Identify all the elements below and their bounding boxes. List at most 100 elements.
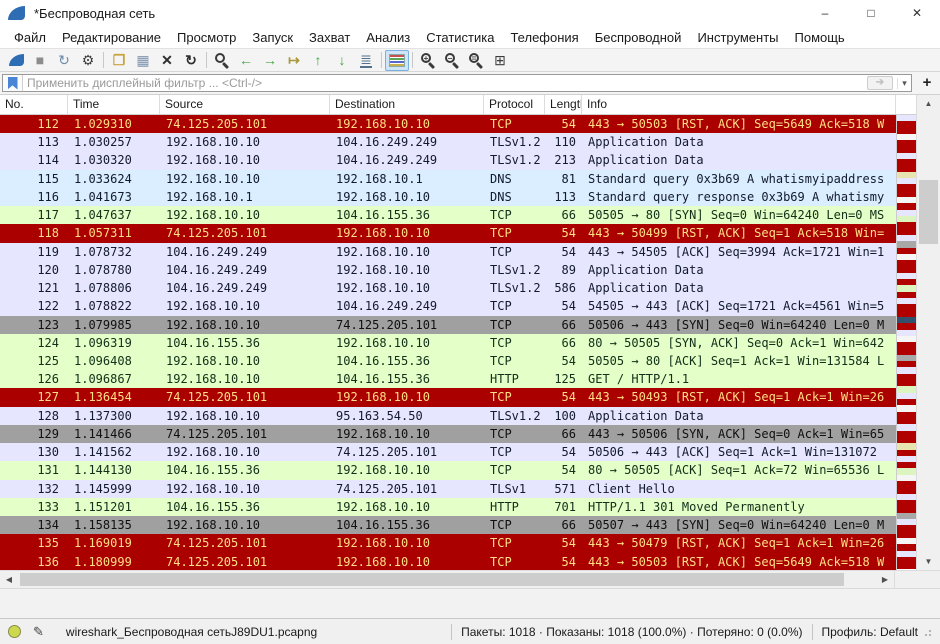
menu-item-view[interactable]: Просмотр	[169, 28, 244, 47]
minimap-spacer	[896, 95, 916, 115]
zoom-out-button[interactable]: −	[440, 50, 464, 71]
menu-item-help[interactable]: Помощь	[787, 28, 853, 47]
packet-row[interactable]: 1191.078732104.16.249.249192.168.10.10TC…	[0, 243, 896, 261]
column-header-protocol[interactable]: Protocol	[484, 95, 545, 114]
colorize-packets-button[interactable]	[385, 50, 409, 71]
packet-row[interactable]: 1121.02931074.125.205.101192.168.10.10TC…	[0, 115, 896, 133]
close-file-button[interactable]: ✕	[155, 50, 179, 71]
packet-row[interactable]: 1321.145999192.168.10.1074.125.205.101TL…	[0, 480, 896, 498]
menu-item-tools[interactable]: Инструменты	[689, 28, 786, 47]
packet-row[interactable]: 1201.078780104.16.249.249192.168.10.10TL…	[0, 261, 896, 279]
menu-item-statistics[interactable]: Статистика	[418, 28, 502, 47]
packet-row[interactable]: 1171.047637192.168.10.10104.16.155.36TCP…	[0, 206, 896, 224]
vertical-scrollbar[interactable]: ▲ ▼	[916, 95, 940, 570]
packet-list: 1121.02931074.125.205.101192.168.10.10TC…	[0, 115, 896, 570]
close-button[interactable]: ✕	[894, 0, 940, 26]
cell-no: 125	[0, 352, 68, 370]
packet-row[interactable]: 1241.096319104.16.155.36192.168.10.10TCP…	[0, 334, 896, 352]
scroll-right-button[interactable]: ▶	[876, 571, 894, 588]
capture-comment-icon[interactable]: ✎	[33, 624, 44, 640]
packet-row[interactable]: 1221.078822192.168.10.10104.16.249.249TC…	[0, 297, 896, 315]
packet-row[interactable]: 1351.16901974.125.205.101192.168.10.10TC…	[0, 534, 896, 552]
cell-dst: 104.16.249.249	[330, 151, 484, 169]
column-header-destination[interactable]: Destination	[330, 95, 484, 114]
packet-row[interactable]: 1291.14146674.125.205.101192.168.10.10TC…	[0, 425, 896, 443]
packet-row[interactable]: 1181.05731174.125.205.101192.168.10.10TC…	[0, 224, 896, 242]
expert-info-icon[interactable]	[8, 625, 21, 638]
column-header-no[interactable]: No.	[0, 95, 68, 114]
capture-options-button[interactable]: ⚙	[76, 50, 100, 71]
menu-item-go[interactable]: Запуск	[244, 28, 301, 47]
menu-item-analyze[interactable]: Анализ	[358, 28, 418, 47]
packet-row[interactable]: 1261.096867192.168.10.10104.16.155.36HTT…	[0, 370, 896, 388]
cell-src: 192.168.10.10	[160, 297, 330, 315]
cell-len: 701	[545, 498, 582, 516]
packet-row[interactable]: 1161.041673192.168.10.1192.168.10.10DNS1…	[0, 188, 896, 206]
go-forward-button[interactable]: →	[258, 50, 282, 71]
cell-dst: 104.16.249.249	[330, 297, 484, 315]
filter-dropdown-button[interactable]: ▾	[897, 78, 911, 89]
packet-row[interactable]: 1301.141562192.168.10.1074.125.205.101TC…	[0, 443, 896, 461]
packet-row[interactable]: 1151.033624192.168.10.10192.168.10.1DNS8…	[0, 170, 896, 188]
profile-label[interactable]: Профиль: Default	[822, 625, 919, 639]
start-capture-button[interactable]	[4, 50, 28, 71]
resize-columns-button[interactable]: ⊞	[488, 50, 512, 71]
packet-row[interactable]: 1141.030320192.168.10.10104.16.249.249TL…	[0, 151, 896, 169]
scroll-left-button[interactable]: ◀	[0, 571, 18, 588]
cell-src: 192.168.10.10	[160, 370, 330, 388]
menu-item-telephony[interactable]: Телефония	[502, 28, 586, 47]
packet-row[interactable]: 1311.144130104.16.155.36192.168.10.10TCP…	[0, 461, 896, 479]
cell-proto: TLSv1	[484, 480, 545, 498]
resize-columns-icon: ⊞	[494, 53, 506, 67]
menu-item-wireless[interactable]: Беспроводной	[587, 28, 690, 47]
save-file-button[interactable]: ▦	[131, 50, 155, 71]
packet-row[interactable]: 1281.137300192.168.10.1095.163.54.50TLSv…	[0, 407, 896, 425]
add-filter-button[interactable]: +	[917, 74, 937, 92]
scroll-down-button[interactable]: ▼	[917, 553, 940, 570]
cell-no: 133	[0, 498, 68, 516]
display-filter-input[interactable]	[23, 76, 867, 90]
vertical-scroll-thumb[interactable]	[919, 180, 938, 244]
cell-time: 1.145999	[68, 480, 160, 498]
menu-item-edit[interactable]: Редактирование	[54, 28, 169, 47]
horizontal-scrollbar[interactable]: ◀ ▶	[0, 570, 940, 588]
packet-row[interactable]: 1361.18099974.125.205.101192.168.10.10TC…	[0, 553, 896, 570]
menu-item-capture[interactable]: Захват	[301, 28, 358, 47]
packet-row[interactable]: 1131.030257192.168.10.10104.16.249.249TL…	[0, 133, 896, 151]
packet-row[interactable]: 1231.079985192.168.10.1074.125.205.101TC…	[0, 316, 896, 334]
column-header-length[interactable]: Length	[545, 95, 582, 114]
resize-grip[interactable]	[924, 627, 934, 637]
scroll-up-button[interactable]: ▲	[917, 95, 940, 112]
restart-capture-button[interactable]: ↻	[52, 50, 76, 71]
stop-capture-button[interactable]: ■	[28, 50, 52, 71]
horizontal-scroll-thumb[interactable]	[20, 573, 844, 586]
cell-no: 118	[0, 224, 68, 242]
vertical-scroll-track[interactable]	[917, 112, 940, 553]
filter-bookmark-button[interactable]	[3, 75, 23, 91]
minimize-button[interactable]: –	[802, 0, 848, 26]
maximize-button[interactable]: □	[848, 0, 894, 26]
packet-row[interactable]: 1331.151201104.16.155.36192.168.10.10HTT…	[0, 498, 896, 516]
horizontal-scroll-track[interactable]	[18, 571, 876, 588]
zoom-normal-button[interactable]: =	[464, 50, 488, 71]
go-back-button[interactable]: ←	[234, 50, 258, 71]
zoom-in-button[interactable]: +	[416, 50, 440, 71]
reload-file-button[interactable]: ↻	[179, 50, 203, 71]
menu-item-file[interactable]: Файл	[6, 28, 54, 47]
auto-scroll-button[interactable]: ≣	[354, 50, 378, 71]
find-packet-button[interactable]	[210, 50, 234, 71]
column-header-source[interactable]: Source	[160, 95, 330, 114]
packet-row[interactable]: 1251.096408192.168.10.10104.16.155.36TCP…	[0, 352, 896, 370]
open-file-button[interactable]: ❐	[107, 50, 131, 71]
packet-row[interactable]: 1211.078806104.16.249.249192.168.10.10TL…	[0, 279, 896, 297]
go-first-packet-button[interactable]: ↑	[306, 50, 330, 71]
go-last-packet-button[interactable]: ↓	[330, 50, 354, 71]
apply-filter-button[interactable]: ➔	[867, 76, 893, 90]
packet-row[interactable]: 1271.13645474.125.205.101192.168.10.10TC…	[0, 388, 896, 406]
packet-row[interactable]: 1341.158135192.168.10.10104.16.155.36TCP…	[0, 516, 896, 534]
go-to-packet-button[interactable]: ↦	[282, 50, 306, 71]
packet-minimap[interactable]	[896, 115, 916, 570]
column-header-info[interactable]: Info	[582, 95, 896, 114]
cell-time: 1.158135	[68, 516, 160, 534]
column-header-time[interactable]: Time	[68, 95, 160, 114]
